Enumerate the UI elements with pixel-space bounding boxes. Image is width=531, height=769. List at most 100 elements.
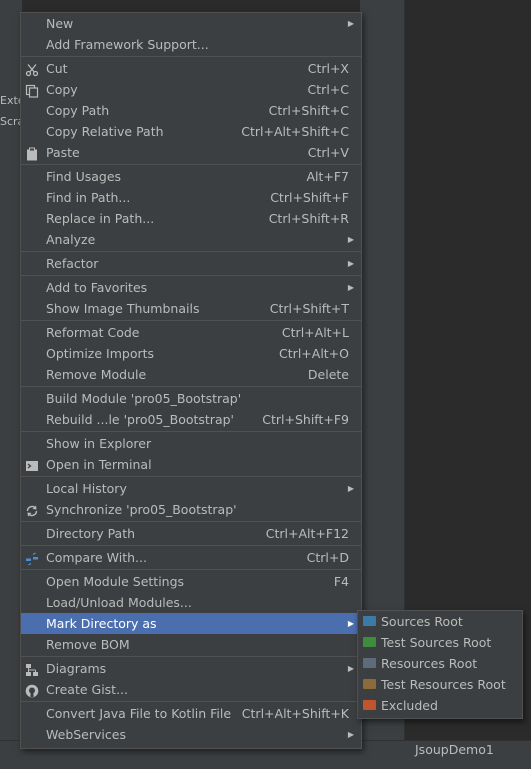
submenu-item-label: Test Resources Root: [381, 677, 506, 692]
menu-item-find-usages[interactable]: Find Usages Alt+F7: [21, 166, 361, 187]
menu-item-label: Show in Explorer: [46, 436, 152, 451]
menu-item-cut[interactable]: Cut Ctrl+X: [21, 58, 361, 79]
menu-item-label: Refactor: [46, 256, 99, 271]
menu-item-mark-directory-as[interactable]: Mark Directory as ▶: [21, 613, 361, 634]
menu-item-directory-path[interactable]: Directory Path Ctrl+Alt+F12: [21, 523, 361, 544]
menu-item-webservices[interactable]: WebServices ▶: [21, 724, 361, 745]
submenu-item-test-resources-root[interactable]: Test Resources Root: [358, 674, 522, 695]
submenu-item-label: Excluded: [381, 698, 438, 713]
menu-item-refactor[interactable]: Refactor ▶: [21, 253, 361, 274]
menu-item-rebuild-le-pro05-bootstrap[interactable]: Rebuild ...le 'pro05_Bootstrap' Ctrl+Shif…: [21, 409, 361, 430]
scissors-icon: [25, 62, 39, 77]
menu-item-replace-in-path[interactable]: Replace in Path... Ctrl+Shift+R: [21, 208, 361, 229]
menu-item-show-in-explorer[interactable]: Show in Explorer: [21, 433, 361, 454]
menu-item-shortcut: Ctrl+Shift+F: [270, 190, 349, 205]
menu-item-label: Analyze: [46, 232, 96, 247]
menu-item-analyze[interactable]: Analyze ▶: [21, 229, 361, 250]
menu-item-label: Find Usages: [46, 169, 122, 184]
menu-item-label: Local History: [46, 481, 127, 496]
menu-separator: [21, 386, 361, 387]
chevron-right-icon: ▶: [347, 619, 354, 628]
menu-item-label: Copy Path: [46, 103, 110, 118]
copy-icon: [25, 83, 39, 98]
menu-item-show-image-thumbnails[interactable]: Show Image Thumbnails Ctrl+Shift+T: [21, 298, 361, 319]
menu-item-open-module-settings[interactable]: Open Module Settings F4: [21, 571, 361, 592]
menu-item-convert-java-file-to-kotlin-file[interactable]: Convert Java File to Kotlin File Ctrl+Alt…: [21, 703, 361, 724]
menu-item-build-module-pro05-bootstrap[interactable]: Build Module 'pro05_Bootstrap': [21, 388, 361, 409]
menu-item-copy-path[interactable]: Copy Path Ctrl+Shift+C: [21, 100, 361, 121]
chevron-right-icon: ▶: [347, 259, 354, 268]
menu-item-remove-module[interactable]: Remove Module Delete: [21, 364, 361, 385]
menu-item-open-in-terminal[interactable]: Open in Terminal: [21, 454, 361, 475]
mark-directory-submenu: Sources Root Test Sources Root Resources R…: [357, 610, 523, 719]
menu-item-label: Create Gist...: [46, 682, 129, 697]
menu-item-create-gist[interactable]: Create Gist...: [21, 679, 361, 700]
menu-separator: [21, 275, 361, 276]
submenu-item-test-sources-root[interactable]: Test Sources Root: [358, 632, 522, 653]
menu-item-add-framework-support[interactable]: Add Framework Support...: [21, 34, 361, 55]
menu-item-copy[interactable]: Copy Ctrl+C: [21, 79, 361, 100]
menu-item-shortcut: Ctrl+Shift+F9: [262, 412, 349, 427]
menu-item-remove-bom[interactable]: Remove BOM: [21, 634, 361, 655]
menu-item-shortcut: Ctrl+Alt+O: [279, 346, 349, 361]
menu-item-label: Open in Terminal: [46, 457, 152, 472]
folder-icon: [363, 679, 376, 689]
sync-icon: [25, 503, 39, 517]
menu-item-reformat-code[interactable]: Reformat Code Ctrl+Alt+L: [21, 322, 361, 343]
menu-item-paste[interactable]: Paste Ctrl+V: [21, 142, 361, 163]
menu-item-shortcut: Ctrl+Shift+T: [269, 301, 349, 316]
menu-item-shortcut: Ctrl+Alt+Shift+C: [241, 124, 349, 139]
editor-tab[interactable]: JsoupDemo1: [415, 742, 494, 757]
compare-icon: [25, 551, 39, 566]
menu-separator: [21, 431, 361, 432]
menu-item-compare-with[interactable]: Compare With... Ctrl+D: [21, 547, 361, 568]
menu-item-diagrams[interactable]: Diagrams ▶: [21, 658, 361, 679]
menu-item-label: Directory Path: [46, 526, 136, 541]
menu-item-optimize-imports[interactable]: Optimize Imports Ctrl+Alt+O: [21, 343, 361, 364]
submenu-item-resources-root[interactable]: Resources Root: [358, 653, 522, 674]
chevron-right-icon: ▶: [347, 664, 354, 673]
submenu-item-label: Sources Root: [381, 614, 463, 629]
menu-item-shortcut: Ctrl+X: [307, 61, 349, 76]
menu-item-load-unload-modules[interactable]: Load/Unload Modules...: [21, 592, 361, 613]
menu-item-copy-relative-path[interactable]: Copy Relative Path Ctrl+Alt+Shift+C: [21, 121, 361, 142]
menu-item-label: Open Module Settings: [46, 574, 185, 589]
context-menu: New ▶ Add Framework Support... Cut Ctrl+X Cop…: [20, 12, 362, 749]
menu-item-add-to-favorites[interactable]: Add to Favorites ▶: [21, 277, 361, 298]
menu-separator: [21, 164, 361, 165]
folder-icon: [363, 658, 376, 668]
menu-item-new[interactable]: New ▶: [21, 13, 361, 34]
menu-separator: [21, 545, 361, 546]
menu-item-label: Add Framework Support...: [46, 37, 209, 52]
menu-separator: [21, 521, 361, 522]
folder-icon: [363, 700, 376, 710]
chevron-right-icon: ▶: [347, 730, 354, 739]
folder-icon: [363, 616, 376, 626]
menu-separator: [21, 56, 361, 57]
menu-separator: [21, 320, 361, 321]
folder-icon: [363, 637, 376, 647]
menu-item-shortcut: Ctrl+Alt+Shift+K: [241, 706, 349, 721]
menu-item-shortcut: Alt+F7: [306, 169, 349, 184]
menu-item-local-history[interactable]: Local History ▶: [21, 478, 361, 499]
menu-item-synchronize-pro05-bootstrap[interactable]: Synchronize 'pro05_Bootstrap': [21, 499, 361, 520]
submenu-item-label: Resources Root: [381, 656, 478, 671]
submenu-item-excluded[interactable]: Excluded: [358, 695, 522, 716]
menu-item-label: Show Image Thumbnails: [46, 301, 200, 316]
chevron-right-icon: ▶: [347, 484, 354, 493]
menu-item-label: WebServices: [46, 727, 126, 742]
menu-item-shortcut: Ctrl+C: [307, 82, 349, 97]
menu-separator: [21, 569, 361, 570]
submenu-item-sources-root[interactable]: Sources Root: [358, 611, 522, 632]
menu-item-label: Synchronize 'pro05_Bootstrap': [46, 502, 237, 517]
menu-separator: [21, 476, 361, 477]
menu-item-shortcut: F4: [333, 574, 349, 589]
menu-item-shortcut: Ctrl+Shift+C: [268, 103, 349, 118]
menu-item-label: Replace in Path...: [46, 211, 155, 226]
menu-item-find-in-path[interactable]: Find in Path... Ctrl+Shift+F: [21, 187, 361, 208]
menu-item-label: Copy: [46, 82, 78, 97]
submenu-item-label: Test Sources Root: [381, 635, 492, 650]
menu-item-label: Diagrams: [46, 661, 107, 676]
menu-item-label: Reformat Code: [46, 325, 140, 340]
menu-item-shortcut: Ctrl+Alt+F12: [265, 526, 349, 541]
